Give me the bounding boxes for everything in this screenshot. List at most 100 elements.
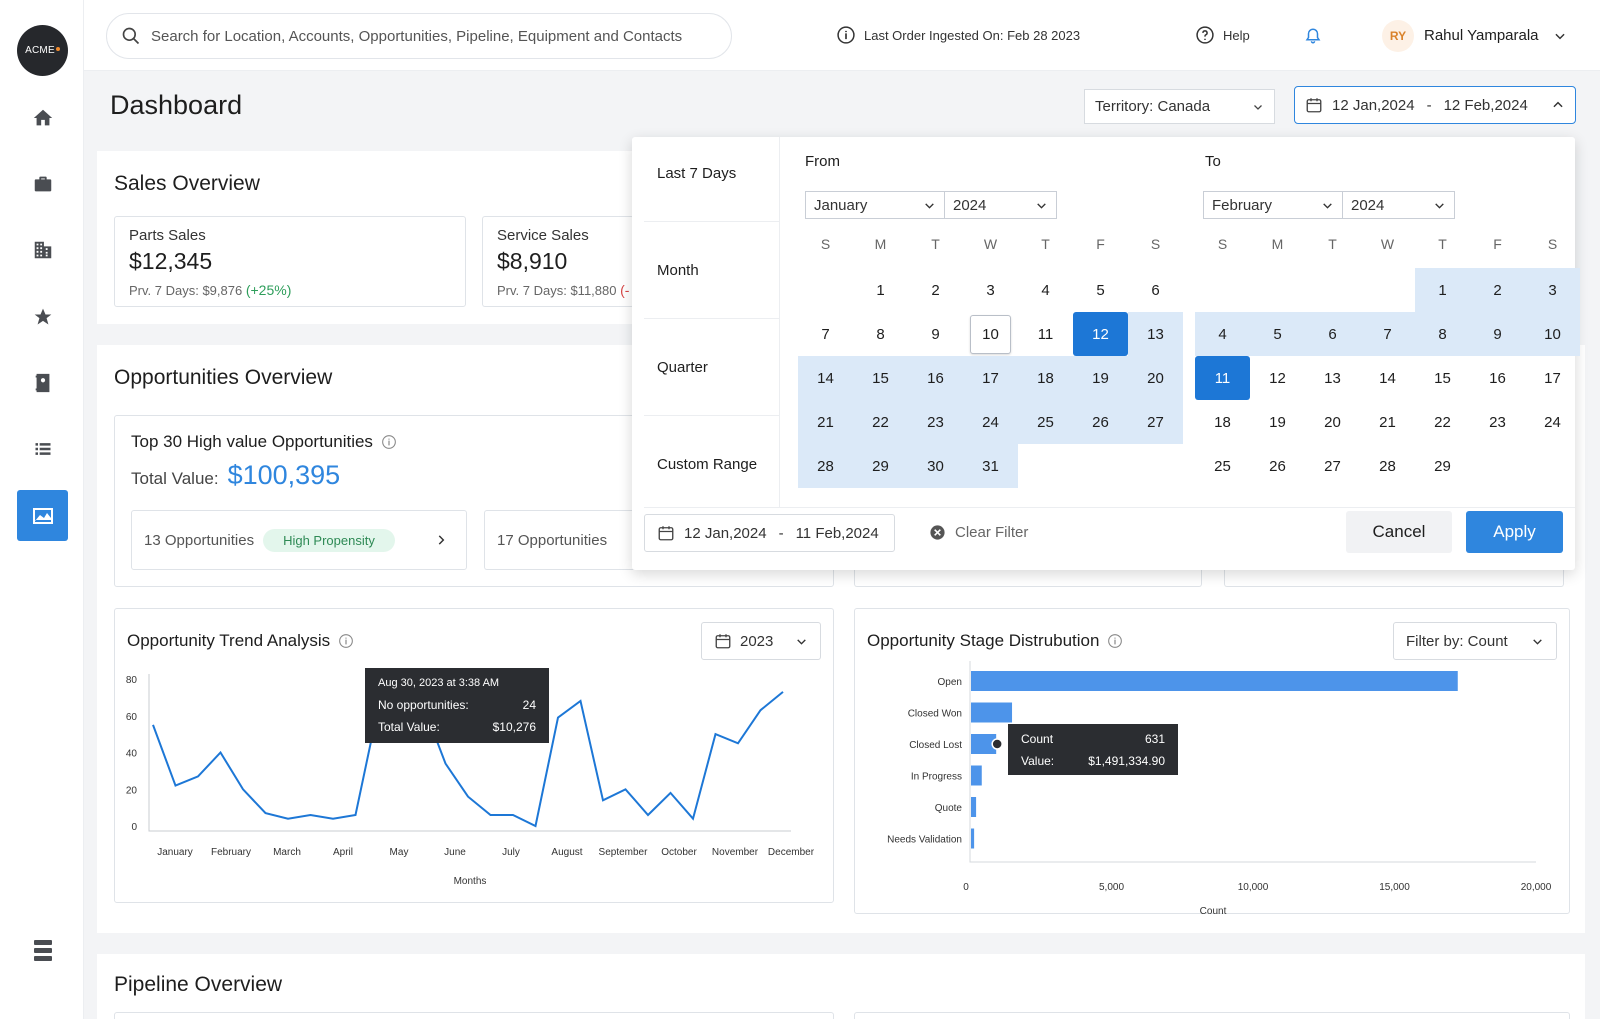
- calendar-day[interactable]: 22: [853, 400, 908, 444]
- calendar-day[interactable]: 10: [963, 312, 1018, 356]
- calendar-day[interactable]: 12: [1073, 312, 1128, 356]
- territory-select[interactable]: Territory: Canada: [1084, 89, 1275, 124]
- calendar-day[interactable]: 18: [1018, 356, 1073, 400]
- calendar-day[interactable]: 2: [908, 268, 963, 312]
- calendar-day[interactable]: 30: [908, 444, 963, 488]
- calendar-day[interactable]: 14: [798, 356, 853, 400]
- service-sales-card[interactable]: Service Sales $8,910 Prv. 7 Days: $11,88…: [482, 216, 634, 307]
- calendar-day[interactable]: 9: [908, 312, 963, 356]
- info-icon[interactable]: [381, 434, 397, 450]
- apply-button[interactable]: Apply: [1466, 511, 1563, 553]
- stage-hover-point[interactable]: [991, 738, 1003, 750]
- calendar-day[interactable]: 28: [798, 444, 853, 488]
- calendar-day[interactable]: 31: [963, 444, 1018, 488]
- to-month-select[interactable]: February: [1203, 191, 1343, 219]
- calendar-day[interactable]: 12: [1250, 356, 1305, 400]
- calendar-day[interactable]: 25: [1195, 444, 1250, 488]
- cancel-button[interactable]: Cancel: [1346, 511, 1452, 553]
- user-menu-toggle[interactable]: [1553, 29, 1567, 43]
- calendar-day[interactable]: 14: [1360, 356, 1415, 400]
- calendar-day[interactable]: 8: [1415, 312, 1470, 356]
- calendar-day[interactable]: 26: [1250, 444, 1305, 488]
- calendar-day[interactable]: 21: [798, 400, 853, 444]
- notifications-button[interactable]: [1304, 26, 1322, 46]
- calendar-day[interactable]: 10: [1525, 312, 1580, 356]
- stage-bar[interactable]: [971, 702, 1013, 723]
- calendar-day[interactable]: 21: [1360, 400, 1415, 444]
- calendar-day[interactable]: 25: [1018, 400, 1073, 444]
- stage-bar[interactable]: [971, 828, 975, 849]
- nav-analytics[interactable]: [17, 490, 68, 541]
- calendar-day[interactable]: 5: [1073, 268, 1128, 312]
- calendar-day[interactable]: 29: [853, 444, 908, 488]
- calendar-day[interactable]: 19: [1250, 400, 1305, 444]
- calendar-day[interactable]: 15: [1415, 356, 1470, 400]
- calendar-day[interactable]: 23: [1470, 400, 1525, 444]
- to-year-select[interactable]: 2024: [1342, 191, 1455, 219]
- calendar-day[interactable]: 29: [1415, 444, 1470, 488]
- calendar-day[interactable]: 20: [1305, 400, 1360, 444]
- calendar-day[interactable]: 22: [1415, 400, 1470, 444]
- calendar-day[interactable]: 6: [1305, 312, 1360, 356]
- nav-building[interactable]: [17, 224, 68, 275]
- calendar-day[interactable]: 17: [1525, 356, 1580, 400]
- calendar-day[interactable]: 3: [1525, 268, 1580, 312]
- calendar-day[interactable]: 11: [1018, 312, 1073, 356]
- calendar-day[interactable]: 6: [1128, 268, 1183, 312]
- parts-sales-card[interactable]: Parts Sales $12,345 Prv. 7 Days: $9,876 …: [114, 216, 466, 307]
- calendar-day[interactable]: 1: [853, 268, 908, 312]
- stage-bar[interactable]: [971, 797, 977, 817]
- preset-quarter[interactable]: Quarter: [657, 359, 708, 376]
- opportunities-row-second[interactable]: 17 Opportunities: [484, 510, 644, 570]
- calendar-day[interactable]: 15: [853, 356, 908, 400]
- calendar-day[interactable]: 5: [1250, 312, 1305, 356]
- nav-menu[interactable]: [17, 925, 68, 976]
- search-input[interactable]: [151, 27, 711, 45]
- acme-logo[interactable]: ACME: [17, 25, 68, 76]
- preset-month[interactable]: Month: [657, 262, 699, 279]
- calendar-day[interactable]: 13: [1128, 312, 1183, 356]
- calendar-day[interactable]: 7: [798, 312, 853, 356]
- calendar-day[interactable]: 16: [908, 356, 963, 400]
- nav-favorites[interactable]: [17, 291, 68, 342]
- clear-filter-button[interactable]: Clear Filter: [929, 524, 1028, 541]
- calendar-day[interactable]: 27: [1305, 444, 1360, 488]
- opportunities-row-high[interactable]: 13 Opportunities High Propensity: [131, 510, 467, 570]
- calendar-day[interactable]: 19: [1073, 356, 1128, 400]
- user-name[interactable]: Rahul Yamparala: [1424, 27, 1539, 44]
- calendar-day[interactable]: 9: [1470, 312, 1525, 356]
- user-avatar[interactable]: RY: [1382, 20, 1414, 52]
- calendar-day[interactable]: 18: [1195, 400, 1250, 444]
- calendar-day[interactable]: 4: [1195, 312, 1250, 356]
- preset-custom-range[interactable]: Custom Range: [657, 456, 757, 473]
- selected-range-field[interactable]: 12 Jan,2024 - 11 Feb,2024: [644, 514, 895, 552]
- calendar-day[interactable]: 20: [1128, 356, 1183, 400]
- calendar-day[interactable]: 3: [963, 268, 1018, 312]
- calendar-day[interactable]: 2: [1470, 268, 1525, 312]
- calendar-day[interactable]: 24: [963, 400, 1018, 444]
- calendar-day[interactable]: 16: [1470, 356, 1525, 400]
- calendar-day[interactable]: 24: [1525, 400, 1580, 444]
- calendar-day[interactable]: 13: [1305, 356, 1360, 400]
- nav-briefcase[interactable]: [17, 158, 68, 209]
- nav-contacts[interactable]: [17, 357, 68, 408]
- calendar-day[interactable]: 8: [853, 312, 908, 356]
- from-year-select[interactable]: 2024: [944, 191, 1057, 219]
- calendar-day[interactable]: 4: [1018, 268, 1073, 312]
- stage-bar[interactable]: [971, 765, 982, 786]
- calendar-day[interactable]: 27: [1128, 400, 1183, 444]
- calendar-day[interactable]: 26: [1073, 400, 1128, 444]
- date-range-select[interactable]: 12 Jan,2024 - 12 Feb,2024: [1294, 86, 1576, 124]
- help-link[interactable]: Help: [1195, 25, 1250, 45]
- nav-list[interactable]: [17, 423, 68, 474]
- preset-last-7-days[interactable]: Last 7 Days: [657, 165, 736, 182]
- calendar-day[interactable]: 7: [1360, 312, 1415, 356]
- global-search[interactable]: [106, 13, 732, 59]
- from-month-select[interactable]: January: [805, 191, 945, 219]
- nav-home[interactable]: [17, 92, 68, 143]
- calendar-day[interactable]: 23: [908, 400, 963, 444]
- stage-bar[interactable]: [971, 671, 1458, 691]
- calendar-day[interactable]: 28: [1360, 444, 1415, 488]
- calendar-day[interactable]: 1: [1415, 268, 1470, 312]
- calendar-day[interactable]: 17: [963, 356, 1018, 400]
